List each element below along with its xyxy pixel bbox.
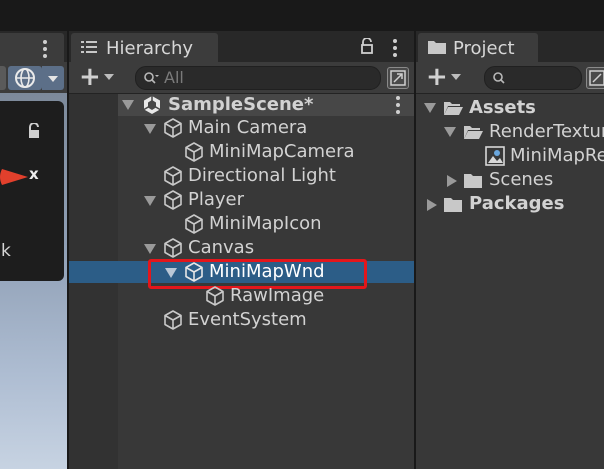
tree-item-scenes[interactable]: Scenes <box>489 169 553 191</box>
search-by-type-button[interactable] <box>387 67 409 89</box>
folder-icon <box>464 174 482 188</box>
hierarchy-toolbar: + All <box>69 62 414 94</box>
scene-toolbar <box>0 62 68 94</box>
hierarchy-panel: Hierarchy + All SampleScene* Main Camera… <box>69 31 414 469</box>
chevron-down-icon <box>48 76 58 82</box>
tree-item-canvas[interactable]: Canvas <box>188 237 254 259</box>
open-folder-icon <box>464 126 483 139</box>
scene-name: SampleScene* <box>168 94 314 115</box>
gameobject-icon <box>164 310 182 330</box>
render-texture-icon <box>485 146 505 166</box>
scene-row-menu-icon[interactable] <box>396 96 400 117</box>
lock-icon[interactable] <box>27 123 41 139</box>
folder-icon <box>428 41 446 54</box>
hierarchy-tab-strip: Hierarchy <box>69 31 414 62</box>
chevron-down-icon[interactable] <box>424 103 436 113</box>
globe-icon <box>15 68 35 88</box>
axis-x-label: x <box>29 165 39 183</box>
unity-scene-icon <box>143 96 161 114</box>
chevron-down-icon[interactable] <box>451 74 461 80</box>
project-toolbar: + <box>416 62 604 94</box>
tree-item-player[interactable]: Player <box>188 189 244 211</box>
chevron-down-icon[interactable] <box>104 74 114 80</box>
folder-icon <box>444 198 462 212</box>
chevron-down-icon[interactable] <box>144 124 156 134</box>
scene-overlay: x k <box>0 101 64 281</box>
hierarchy-tree: SampleScene* Main Camera MiniMapCamera D… <box>69 94 414 469</box>
zoom-search-icon <box>390 70 406 86</box>
project-panel: Project + Assets RenderTextur MiniMapRe … <box>416 31 604 469</box>
open-folder-icon <box>444 102 463 115</box>
axis-x-cone-icon[interactable] <box>0 165 28 189</box>
tree-item-minimap-camera[interactable]: MiniMapCamera <box>209 141 355 163</box>
chevron-down-icon[interactable] <box>144 196 156 206</box>
tree-item-minimap-texture[interactable]: MiniMapRe <box>510 145 604 167</box>
tree-item-event-system[interactable]: EventSystem <box>188 309 307 331</box>
zoom-search-icon <box>589 70 604 86</box>
scene-overlay-label: k <box>1 241 11 261</box>
search-icon <box>144 72 159 84</box>
hierarchy-menu-icon[interactable] <box>393 39 397 60</box>
hierarchy-tab-label: Hierarchy <box>106 38 194 59</box>
project-tab[interactable]: Project <box>418 33 538 62</box>
top-bar <box>0 0 604 31</box>
scene-tab[interactable] <box>0 33 64 62</box>
tree-item-raw-image[interactable]: RawImage <box>230 285 324 307</box>
create-asset-button[interactable]: + <box>426 64 448 90</box>
scene-menu-icon[interactable] <box>43 40 47 61</box>
scene-tab-strip <box>0 31 68 62</box>
tree-item-minimap-icon[interactable]: MiniMapIcon <box>209 213 322 235</box>
search-placeholder: All <box>164 68 184 87</box>
scene-row[interactable]: SampleScene* <box>118 94 414 116</box>
gizmo-dropdown-button[interactable] <box>42 66 64 90</box>
search-by-type-button[interactable] <box>586 67 604 89</box>
hierarchy-tab[interactable]: Hierarchy <box>71 33 218 62</box>
add-object-button[interactable]: + <box>79 64 101 90</box>
hierarchy-search-input[interactable]: All <box>135 66 381 90</box>
project-tree: Assets RenderTextur MiniMapRe Scenes Pac… <box>416 94 604 469</box>
tree-item-main-camera[interactable]: Main Camera <box>188 117 307 139</box>
gizmo-toggle-button[interactable] <box>8 66 42 90</box>
tree-item-packages[interactable]: Packages <box>469 193 564 215</box>
chevron-down-icon[interactable] <box>122 100 134 110</box>
gameobject-icon <box>164 190 182 210</box>
search-icon <box>493 72 505 84</box>
project-tab-label: Project <box>453 38 515 59</box>
project-search-input[interactable] <box>484 66 582 90</box>
chevron-down-icon[interactable] <box>144 244 156 254</box>
gameobject-icon <box>185 142 203 162</box>
chevron-right-icon[interactable] <box>447 175 457 187</box>
hierarchy-list-icon <box>81 41 97 53</box>
chevron-right-icon[interactable] <box>427 199 437 211</box>
tree-item-assets[interactable]: Assets <box>469 97 536 119</box>
gameobject-icon <box>164 118 182 138</box>
scene-tool-button[interactable] <box>0 66 6 90</box>
scene-panel: x k <box>0 31 68 469</box>
tree-item-render-textures[interactable]: RenderTextur <box>489 121 604 143</box>
gameobject-icon <box>206 286 224 306</box>
gameobject-icon <box>185 214 203 234</box>
tree-item-directional-light[interactable]: Directional Light <box>188 165 336 187</box>
lock-icon[interactable] <box>360 38 374 54</box>
project-tab-strip: Project <box>416 31 604 62</box>
chevron-down-icon[interactable] <box>444 127 456 137</box>
gameobject-icon <box>164 238 182 258</box>
gameobject-icon <box>164 166 182 186</box>
